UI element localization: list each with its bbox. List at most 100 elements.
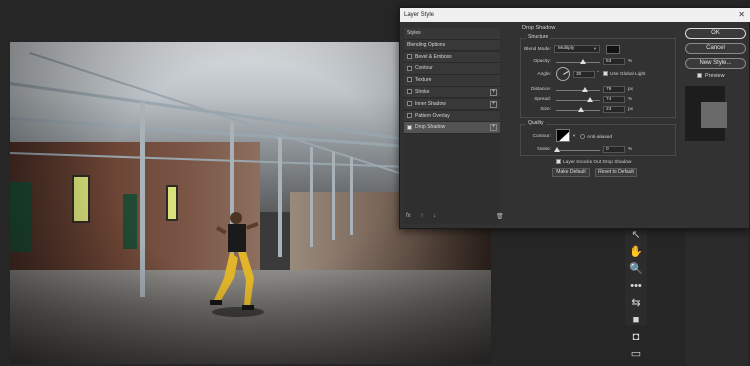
quick-mask-icon[interactable]: ◘ [628,330,644,344]
checkbox-icon[interactable] [407,77,412,83]
style-item-label: Styles [407,30,421,36]
style-item[interactable]: Drop Shadow + [404,122,500,134]
style-item[interactable]: Inner Shadow + [404,98,500,111]
antialiased-label: Anti-aliased [587,134,613,140]
add-icon[interactable]: + [490,124,497,132]
close-icon[interactable]: ✕ [738,8,745,22]
cancel-button[interactable]: Cancel [685,43,746,54]
global-light-label: Use Global Light [610,71,646,77]
trash-icon[interactable]: 🗑 [496,213,504,220]
opacity-label: Opacity: [533,59,551,64]
style-item-label: Inner Shadow [415,100,446,107]
swap-colors-icon[interactable]: ⇆ [628,296,644,310]
angle-label: Angle: [537,72,551,77]
knockout-label: Layer Knocks Out Drop Shadow [563,159,632,165]
zoom-icon[interactable]: 🔍 [628,262,644,276]
chevron-down-icon[interactable]: ▼ [572,133,576,138]
checkbox-icon[interactable] [407,53,412,59]
preview-label: Preview [705,73,725,79]
style-item[interactable]: Stroke + [404,86,500,99]
size-input[interactable]: 24 [603,106,625,113]
chevron-down-icon: ▼ [593,46,597,51]
style-item-label: Drop Shadow [415,124,446,131]
style-item[interactable]: Bevel & Emboss [404,51,500,64]
checkbox-icon[interactable] [407,89,412,95]
checkbox-icon[interactable] [407,124,412,130]
make-default-button[interactable]: Make Default [552,168,590,177]
distance-input[interactable]: 79 [603,86,625,93]
add-icon[interactable]: + [490,88,497,96]
blend-mode-select[interactable]: Multiply ▼ [554,45,600,53]
preview-thumbnail [685,86,727,141]
size-slider[interactable] [556,107,600,112]
move-down-icon[interactable]: ↓ [433,213,436,219]
preview-checkbox[interactable]: Preview [697,73,725,79]
style-item-label: Bevel & Emboss [415,53,452,60]
checkbox-icon [580,134,585,139]
pointer-icon[interactable]: ↖ [628,228,644,242]
more-tools-icon[interactable]: ••• [628,279,644,293]
size-slider-knob[interactable] [578,107,584,112]
knockout-checkbox[interactable]: Layer Knocks Out Drop Shadow [556,159,632,165]
spread-slider-knob[interactable] [587,97,593,102]
preview-thumbnail-square [701,102,727,128]
style-item-label: Texture [415,77,432,84]
dialog-titlebar[interactable]: Layer Style ✕ [400,8,750,22]
style-item[interactable]: Texture [404,75,500,87]
spread-input[interactable]: 74 [603,96,625,103]
shadow-color-swatch[interactable] [606,45,620,54]
spread-label: Spread: [534,97,551,102]
angle-input[interactable]: 30 [573,71,595,78]
distance-slider-knob[interactable] [582,87,588,92]
checkbox-icon [697,73,702,79]
noise-unit: % [628,147,633,152]
angle-dial[interactable] [556,67,570,81]
quality-label: Quality [526,120,546,126]
reset-default-button[interactable]: Reset to Default [595,168,637,177]
hand-icon[interactable]: ✋ [628,245,644,259]
style-item[interactable]: Pattern Overlay [404,110,500,123]
move-up-icon[interactable]: ↑ [420,213,423,219]
style-item-label: Stroke [415,88,430,95]
color-swatch-icon[interactable]: ■ [628,313,644,327]
new-style-button[interactable]: New Style... [685,58,746,69]
opacity-unit: % [628,59,633,64]
screen-mode-icon[interactable]: ▭ [628,347,644,361]
dialog-title: Layer Style [404,12,435,18]
distance-label: Distance: [531,87,551,92]
angle-unit: ° [597,71,599,76]
noise-input[interactable]: 0 [603,146,625,153]
distance-unit: px [628,87,634,92]
styles-list: Styles Blending Options Bevel & Emboss Cont… [404,28,500,224]
antialiased-checkbox[interactable]: Anti-aliased [580,134,612,140]
spread-slider[interactable] [556,97,600,102]
style-item-label: Contour [415,65,433,72]
contour-preview[interactable] [556,129,570,142]
blend-mode-value: Multiply [558,46,575,51]
checkbox-icon[interactable] [407,100,412,106]
contour-label: Contour: [532,134,551,139]
opacity-slider-knob[interactable] [580,59,586,64]
size-label: Size: [540,107,551,112]
tools-panel: ↖ ✋ 🔍 ••• ⇆ ■ ◘ ▭ [625,225,647,360]
global-light-checkbox[interactable]: Use Global Light [603,71,645,77]
opacity-slider[interactable] [556,59,600,64]
style-item[interactable]: Contour [404,63,500,75]
noise-slider-knob[interactable] [554,147,560,152]
noise-slider[interactable] [554,147,600,152]
checkbox-icon[interactable] [407,65,412,71]
style-item[interactable]: Styles [404,28,500,40]
opacity-input[interactable]: 63 [603,58,625,65]
style-item-label: Pattern Overlay [415,112,450,119]
photoshop-window: ↖ ✋ 🔍 ••• ⇆ ■ ◘ ▭ Layer Style ✕ Styles Bl… [0,0,750,366]
fx-icon[interactable]: fx [406,213,411,219]
style-item[interactable]: Blending Options [404,39,500,52]
ok-button[interactable]: OK [685,28,746,39]
add-icon[interactable]: + [490,100,497,108]
layer-style-dialog: Layer Style ✕ Styles Blending Options Beve… [399,7,750,229]
panel-heading: Drop Shadow [522,25,556,31]
checkbox-icon[interactable] [407,112,412,118]
distance-slider[interactable] [556,87,600,92]
size-unit: px [628,107,634,112]
checkbox-icon [556,159,561,164]
